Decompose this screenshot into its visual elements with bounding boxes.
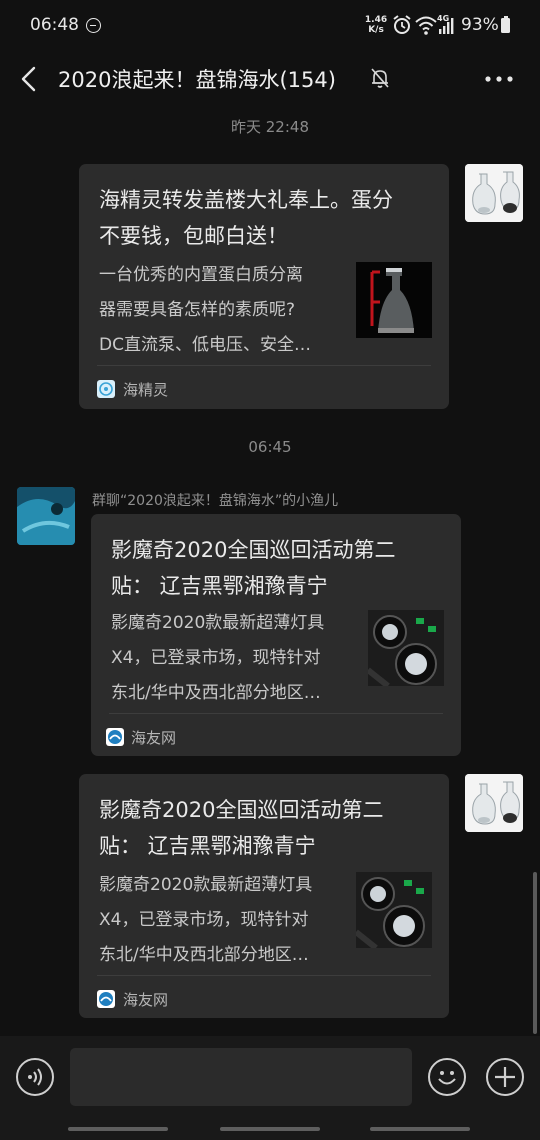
card-source-name: 海精灵	[123, 381, 169, 399]
mute-bell-icon	[371, 68, 389, 88]
card-divider	[97, 975, 431, 976]
card-desc-line: 一台优秀的内置蛋白质分离	[99, 265, 303, 285]
source-logo-icon	[97, 380, 115, 398]
more-options-button[interactable]	[482, 64, 516, 94]
alarm-icon	[393, 15, 411, 34]
system-nav-bar	[0, 1120, 540, 1140]
card-description: 影魔奇2020款最新超薄灯具 X4，已登录市场，现特针对 东北/华中及西北部分地…	[111, 606, 324, 711]
more-dots-icon	[485, 76, 513, 82]
card-description: 一台优秀的内置蛋白质分离 器需要具备怎样的素质呢? DC直流泵、低电压、安全…	[99, 258, 311, 363]
network-speed: 1.46 K/s	[364, 15, 388, 35]
card-title-line: 海精灵转发盖楼大礼奉上。蛋分	[99, 188, 393, 212]
wifi-icon	[415, 16, 437, 35]
avatar-image	[465, 774, 523, 832]
card-desc-line: DC直流泵、低电压、安全…	[99, 335, 311, 355]
card-thumbnail	[356, 872, 432, 948]
voice-input-button[interactable]	[16, 1058, 54, 1096]
card-desc-line: 东北/华中及西北部分地区…	[99, 945, 309, 965]
status-time: 06:48	[30, 15, 79, 35]
card-title: 影魔奇2020全国巡回活动第二 贴： 辽吉黑鄂湘豫青宁	[111, 532, 395, 604]
avatar-self[interactable]	[465, 774, 523, 832]
chat-scrollbar[interactable]	[533, 872, 537, 1034]
status-bar: 06:48 1.46 K/s 4G 93%	[0, 0, 540, 52]
avatar-image	[465, 164, 523, 222]
nav-home-button[interactable]	[220, 1127, 320, 1131]
voice-icon	[28, 1068, 42, 1086]
card-desc-line: X4，已登录市场，现特针对	[99, 910, 309, 930]
link-card[interactable]: 海精灵转发盖楼大礼奉上。蛋分 不要钱，包邮白送！ 一台优秀的内置蛋白质分离 器需…	[79, 164, 449, 409]
battery-icon	[501, 16, 510, 33]
emoji-button[interactable]	[428, 1058, 466, 1096]
card-title-line: 贴： 辽吉黑鄂湘豫青宁	[99, 834, 316, 858]
battery-percent: 93%	[461, 15, 499, 35]
card-desc-line: 影魔奇2020款最新超薄灯具	[99, 875, 313, 895]
protein-skimmer-image	[356, 262, 432, 338]
back-button[interactable]	[14, 62, 46, 96]
source-logo-icon	[106, 728, 124, 746]
do-not-disturb-icon	[86, 18, 101, 33]
card-thumbnail	[356, 262, 432, 338]
avatar-self[interactable]	[465, 164, 523, 222]
network-speed-value: 1.46	[364, 15, 388, 25]
card-source-name: 海友网	[123, 991, 169, 1009]
card-divider	[109, 713, 443, 714]
led-light-image	[368, 610, 444, 686]
chevron-left-icon	[21, 66, 36, 92]
card-title-line: 不要钱，包邮白送！	[99, 224, 288, 248]
sender-name: 群聊“2020浪起来！盘锦海水”的小渔儿	[92, 493, 339, 509]
card-desc-line: 影魔奇2020款最新超薄灯具	[111, 613, 325, 633]
avatar-image	[17, 487, 75, 545]
card-title: 海精灵转发盖楼大礼奉上。蛋分 不要钱，包邮白送！	[99, 182, 393, 254]
card-title: 影魔奇2020全国巡回活动第二 贴： 辽吉黑鄂湘豫青宁	[99, 792, 383, 864]
more-functions-button[interactable]	[486, 1058, 524, 1096]
chat-header: 2020浪起来！盘锦海水(154)	[0, 52, 540, 106]
signal-icon	[439, 18, 454, 34]
card-title-line: 影魔奇2020全国巡回活动第二	[111, 538, 396, 562]
chat-title: 2020浪起来！盘锦海水(154)	[58, 68, 336, 92]
message-input[interactable]	[70, 1048, 412, 1106]
link-card[interactable]: 影魔奇2020全国巡回活动第二 贴： 辽吉黑鄂湘豫青宁 影魔奇2020款最新超薄…	[79, 774, 449, 1018]
emoji-icon	[438, 1071, 456, 1085]
led-light-image	[356, 872, 432, 948]
card-desc-line: X4，已登录市场，现特针对	[111, 648, 321, 668]
link-card[interactable]: 影魔奇2020全国巡回活动第二 贴： 辽吉黑鄂湘豫青宁 影魔奇2020款最新超薄…	[91, 514, 461, 756]
card-desc-line: 东北/华中及西北部分地区…	[111, 683, 321, 703]
avatar-sender[interactable]	[17, 487, 75, 545]
card-source-name: 海友网	[131, 729, 177, 747]
card-title-line: 影魔奇2020全国巡回活动第二	[99, 798, 384, 822]
card-thumbnail	[368, 610, 444, 686]
timestamp-separator: 昨天 22:48	[231, 118, 309, 136]
card-description: 影魔奇2020款最新超薄灯具 X4，已登录市场，现特针对 东北/华中及西北部分地…	[99, 868, 312, 973]
timestamp-separator: 06:45	[248, 438, 292, 456]
source-logo-icon	[97, 990, 115, 1008]
plus-icon	[495, 1067, 515, 1087]
card-divider	[97, 365, 431, 366]
nav-recents-button[interactable]	[68, 1127, 168, 1131]
card-title-line: 贴： 辽吉黑鄂湘豫青宁	[111, 574, 328, 598]
nav-back-button[interactable]	[370, 1127, 470, 1131]
card-desc-line: 器需要具备怎样的素质呢?	[99, 300, 296, 320]
network-speed-unit: K/s	[368, 25, 384, 35]
